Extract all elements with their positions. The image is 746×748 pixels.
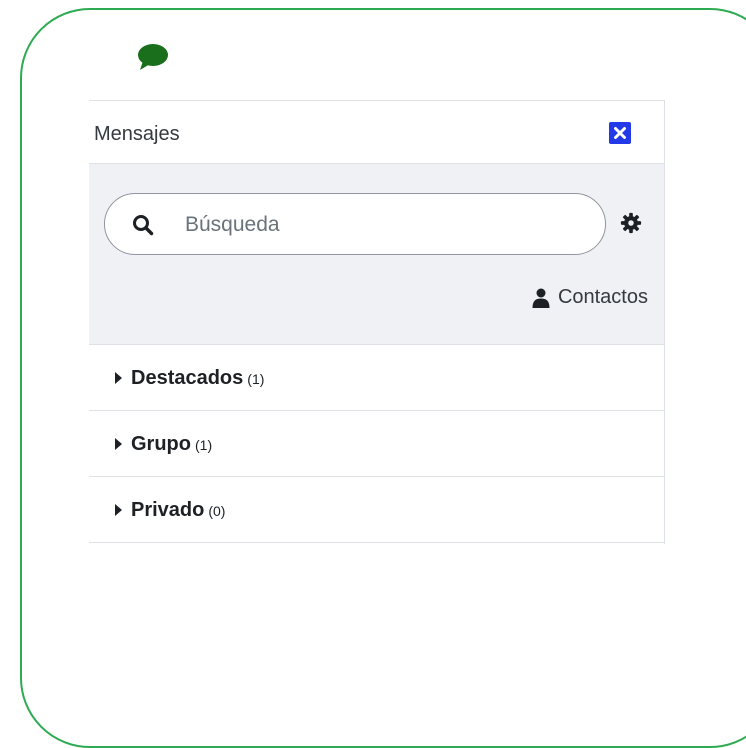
section-label: Grupo [131,433,191,455]
section-title: Privado (0) [131,499,225,522]
caret-right-icon [115,504,122,516]
section-title: Destacados (1) [131,367,264,390]
section-count: (0) [208,503,226,519]
gear-icon[interactable] [620,212,642,234]
search-area: Contactos [89,164,664,345]
close-icon [614,127,626,139]
drawer-title: Mensajes [94,123,180,145]
section-label: Destacados [131,367,244,389]
close-button[interactable] [609,122,631,144]
section-grupo[interactable]: Grupo (1) [89,411,664,477]
section-label: Privado [131,499,205,521]
caret-right-icon [115,438,122,450]
caret-right-icon [115,372,122,384]
user-icon [532,288,550,308]
message-drawer: Mensajes Búsqueda Contactos Destacados (… [89,100,665,544]
chat-bubble-icon[interactable] [137,43,169,71]
search-input[interactable] [183,206,587,244]
section-count: (1) [195,437,213,453]
drawer-header: Mensajes [89,101,664,164]
section-count: (1) [247,371,265,387]
search-icon[interactable] [132,214,154,236]
search-box[interactable] [104,193,606,255]
section-destacados[interactable]: Destacados (1) [89,345,664,411]
section-title: Grupo (1) [131,433,212,456]
contacts-label: Contactos [557,286,648,308]
section-privado[interactable]: Privado (0) [89,477,664,543]
contacts-link[interactable]: Contactos [532,286,648,309]
